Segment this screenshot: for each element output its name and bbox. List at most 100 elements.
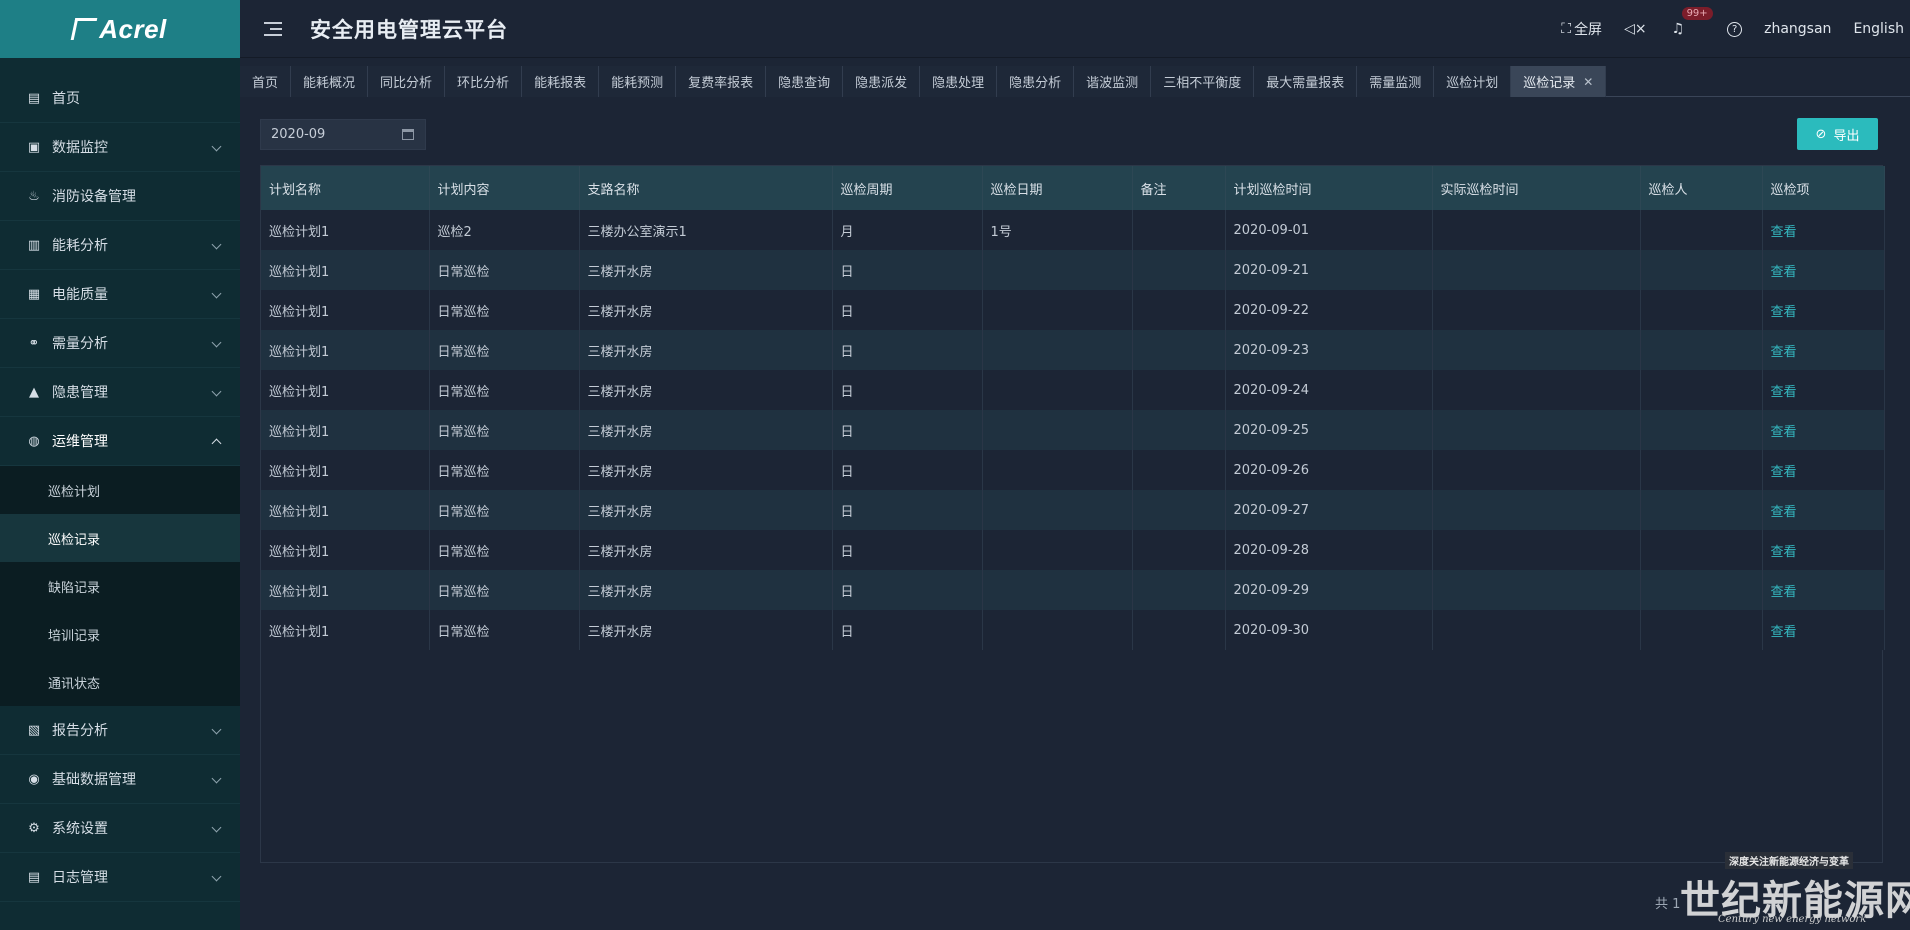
view-link[interactable]: 查看 xyxy=(1762,610,1885,650)
sidebar-item-label: 报告分析 xyxy=(52,723,108,739)
tab-energy-overview[interactable]: 能耗概况 xyxy=(291,66,369,97)
month-picker[interactable]: 2020-09 xyxy=(260,119,426,150)
tab-mom-analysis[interactable]: 环比分析 xyxy=(445,66,523,97)
sidebar-item-report-analysis[interactable]: ▧ 报告分析 xyxy=(0,706,240,755)
database-icon: ◉ xyxy=(28,771,40,787)
table-cell xyxy=(1432,570,1641,610)
table-row: 巡检计划1 巡检2 三楼办公室演示1 月 1号 2020-09-01 查看 xyxy=(261,210,1885,250)
help-icon: ? xyxy=(1727,21,1743,37)
table-cell: 日 xyxy=(832,330,983,370)
tab-hazard-query[interactable]: 隐患查询 xyxy=(766,66,844,97)
sidebar-item-maintenance[interactable]: ◍ 运维管理 xyxy=(0,417,240,466)
view-link[interactable]: 查看 xyxy=(1762,330,1885,370)
tab-demand-monitor[interactable]: 需量监测 xyxy=(1357,66,1435,97)
sidebar-item-label: 系统设置 xyxy=(52,821,108,837)
view-link[interactable]: 查看 xyxy=(1762,530,1885,570)
table-cell xyxy=(1640,210,1763,250)
sidebar-item-demand-analysis[interactable]: ⚭ 需量分析 xyxy=(0,319,240,368)
tab-home[interactable]: 首页 xyxy=(240,66,292,97)
tab-three-phase-unbalance[interactable]: 三相不平衡度 xyxy=(1151,66,1255,97)
notification-badge: 99+ xyxy=(1681,7,1713,20)
tab-hazard-dispatch[interactable]: 隐患派发 xyxy=(843,66,921,97)
export-button[interactable]: ⊘ 导出 xyxy=(1797,118,1878,150)
tab-inspection-record[interactable]: 巡检记录 ✕ xyxy=(1511,66,1607,97)
subitem-comm-status[interactable]: 通讯状态 xyxy=(0,658,240,706)
help-button[interactable]: ? xyxy=(1727,21,1743,37)
table-row: 巡检计划1 日常巡检 三楼开水房日 2020-09-24 查看 xyxy=(261,370,1885,410)
sidebar-item-label: 需量分析 xyxy=(52,336,108,352)
tab-max-demand-report[interactable]: 最大需量报表 xyxy=(1254,66,1358,97)
inspection-record-table: 计划名称 计划内容 支路名称 巡检周期 巡检日期 备注 计划巡检时间 实际巡检时间 巡检人 巡检项… xyxy=(260,165,1885,863)
sidebar-item-home[interactable]: ▤ 首页 xyxy=(0,74,240,123)
user-menu[interactable]: zhangsan xyxy=(1764,21,1831,37)
sidebar-item-log-management[interactable]: ▤ 日志管理 xyxy=(0,853,240,902)
table-cell: 三楼开水房 xyxy=(579,530,833,570)
warning-icon: ▲ xyxy=(29,384,39,400)
table-cell: 日 xyxy=(832,250,983,290)
table-cell xyxy=(1640,450,1763,490)
view-link[interactable]: 查看 xyxy=(1762,250,1885,290)
language-switch[interactable]: English xyxy=(1853,21,1904,37)
table-cell: 日常巡检 xyxy=(429,290,580,330)
table-cell xyxy=(1432,490,1641,530)
fullscreen-button[interactable]: ⛶ 全屏 xyxy=(1561,19,1602,39)
speaker-muted-icon: ◁× xyxy=(1624,21,1647,37)
tab-inspection-plan[interactable]: 巡检计划 xyxy=(1434,66,1512,97)
tab-harmonic-monitor[interactable]: 谐波监测 xyxy=(1074,66,1152,97)
view-link[interactable]: 查看 xyxy=(1762,210,1885,250)
calendar-plug-icon: ▦ xyxy=(27,286,41,302)
table-cell: 巡检计划1 xyxy=(261,330,430,370)
column-header: 巡检周期 xyxy=(832,166,983,210)
view-link[interactable]: 查看 xyxy=(1762,410,1885,450)
table-cell: 巡检计划1 xyxy=(261,610,430,650)
subitem-training-record[interactable]: 培训记录 xyxy=(0,610,240,658)
table-cell: 2020-09-24 xyxy=(1225,370,1433,410)
sidebar-item-hazard-management[interactable]: ▲ 隐患管理 xyxy=(0,368,240,417)
table-cell: 2020-09-30 xyxy=(1225,610,1433,650)
subitem-defect-record[interactable]: 缺陷记录 xyxy=(0,562,240,610)
view-link[interactable]: 查看 xyxy=(1762,290,1885,330)
table-cell xyxy=(1432,330,1641,370)
month-picker-value: 2020-09 xyxy=(271,127,326,142)
watermark-subtitle: Century new energy network xyxy=(1718,914,1867,925)
sidebar-item-label: 基础数据管理 xyxy=(52,772,136,788)
table-cell xyxy=(1432,410,1641,450)
table-cell xyxy=(1640,250,1763,290)
tab-energy-report[interactable]: 能耗报表 xyxy=(522,66,600,97)
view-link[interactable]: 查看 xyxy=(1762,370,1885,410)
sidebar-item-power-quality[interactable]: ▦ 电能质量 xyxy=(0,270,240,319)
subitem-inspection-record[interactable]: 巡检记录 xyxy=(0,514,240,562)
close-icon[interactable]: ✕ xyxy=(1583,75,1593,89)
sidebar-item-basic-data[interactable]: ◉ 基础数据管理 xyxy=(0,755,240,804)
sidebar-item-system-settings[interactable]: ⚙ 系统设置 xyxy=(0,804,240,853)
table-cell xyxy=(1640,610,1763,650)
table-cell: 日 xyxy=(832,490,983,530)
tab-multi-rate-report[interactable]: 复费率报表 xyxy=(676,66,767,97)
tab-hazard-analysis[interactable]: 隐患分析 xyxy=(997,66,1075,97)
brand-logo[interactable]: Acrel xyxy=(0,0,240,58)
table-cell xyxy=(1640,370,1763,410)
column-header: 巡检人 xyxy=(1640,166,1763,210)
tab-hazard-handling[interactable]: 隐患处理 xyxy=(920,66,998,97)
table-cell xyxy=(982,570,1133,610)
sidebar-item-label: 日志管理 xyxy=(52,870,108,886)
table-cell xyxy=(1432,450,1641,490)
table-cell: 2020-09-01 xyxy=(1225,210,1433,250)
menu-toggle-icon[interactable] xyxy=(264,21,284,36)
view-link[interactable]: 查看 xyxy=(1762,570,1885,610)
subitem-inspection-plan[interactable]: 巡检计划 xyxy=(0,466,240,514)
sidebar-item-fire-equipment[interactable]: ♨ 消防设备管理 xyxy=(0,172,240,221)
table-cell: 三楼开水房 xyxy=(579,370,833,410)
table-cell xyxy=(982,330,1133,370)
notification-button[interactable]: ♫ 99+ xyxy=(1672,7,1713,37)
sidebar-item-energy-analysis[interactable]: ▥ 能耗分析 xyxy=(0,221,240,270)
table-cell: 2020-09-26 xyxy=(1225,450,1433,490)
view-link[interactable]: 查看 xyxy=(1762,490,1885,530)
tab-yoy-analysis[interactable]: 同比分析 xyxy=(368,66,446,97)
view-link[interactable]: 查看 xyxy=(1762,450,1885,490)
mute-button[interactable]: ◁× xyxy=(1624,21,1650,37)
tab-energy-forecast[interactable]: 能耗预测 xyxy=(599,66,677,97)
chevron-down-icon xyxy=(211,239,222,250)
table-cell: 巡检计划1 xyxy=(261,370,430,410)
sidebar-item-data-monitor[interactable]: ▣ 数据监控 xyxy=(0,123,240,172)
